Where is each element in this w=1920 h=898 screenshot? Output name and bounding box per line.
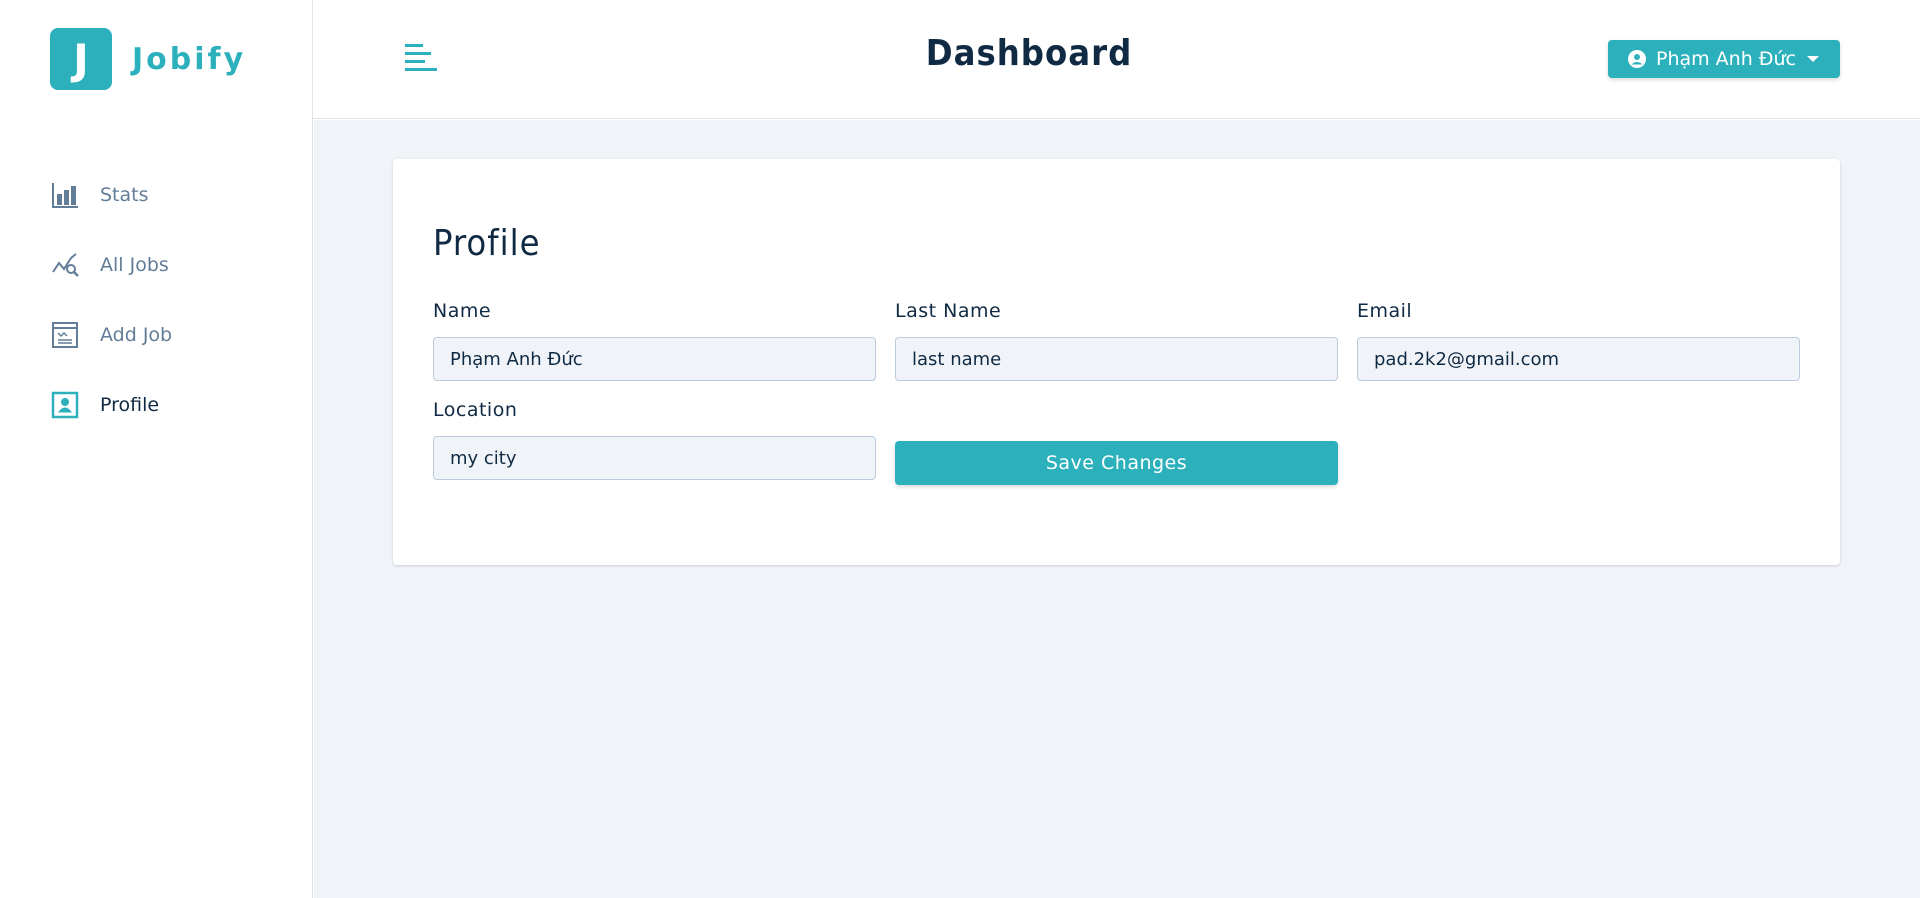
email-field-group: Email xyxy=(1357,300,1800,381)
profile-card-icon xyxy=(50,390,80,420)
sidebar: J Jobify Stats All Jobs Add Job Profile xyxy=(0,0,313,898)
sidebar-nav: Stats All Jobs Add Job Profile xyxy=(0,160,313,440)
save-changes-button[interactable]: Save Changes xyxy=(895,441,1338,485)
logo-text: Jobify xyxy=(132,41,247,77)
name-input[interactable] xyxy=(433,337,876,381)
sidebar-item-label: Add Job xyxy=(100,324,173,346)
user-circle-icon xyxy=(1627,50,1646,68)
location-input[interactable] xyxy=(433,436,876,480)
sidebar-item-stats[interactable]: Stats xyxy=(0,160,313,230)
profile-title: Profile xyxy=(433,223,541,264)
page-title: Dashboard xyxy=(925,33,1133,74)
user-name: Phạm Anh Đức xyxy=(1655,48,1797,70)
sidebar-item-all-jobs[interactable]: All Jobs xyxy=(0,230,313,300)
search-chart-icon xyxy=(50,250,80,280)
email-label: Email xyxy=(1357,300,1413,322)
caret-down-icon xyxy=(1807,56,1820,62)
name-label: Name xyxy=(433,300,492,322)
profile-form: Profile Name Last Name Email Location Sa… xyxy=(393,159,1840,565)
last-name-label: Last Name xyxy=(895,300,1002,322)
user-menu-button[interactable]: Phạm Anh Đức xyxy=(1608,40,1840,78)
bar-chart-icon xyxy=(50,180,80,210)
location-field-group: Location xyxy=(433,399,876,480)
last-name-field-group: Last Name xyxy=(895,300,1338,381)
sidebar-item-profile[interactable]: Profile xyxy=(0,370,313,440)
logo-mark: J xyxy=(50,28,112,90)
sidebar-item-add-job[interactable]: Add Job xyxy=(0,300,313,370)
sidebar-item-label: Profile xyxy=(100,394,160,416)
last-name-input[interactable] xyxy=(895,337,1338,381)
main-content: Profile Name Last Name Email Location Sa… xyxy=(314,120,1920,898)
location-label: Location xyxy=(433,399,518,421)
name-field-group: Name xyxy=(433,300,876,381)
logo[interactable]: J Jobify xyxy=(50,28,246,90)
sidebar-item-label: All Jobs xyxy=(100,254,169,276)
form-icon xyxy=(50,320,80,350)
top-bar: Dashboard Phạm Anh Đức xyxy=(313,0,1920,119)
sidebar-item-label: Stats xyxy=(100,184,149,206)
email-input[interactable] xyxy=(1357,337,1800,381)
